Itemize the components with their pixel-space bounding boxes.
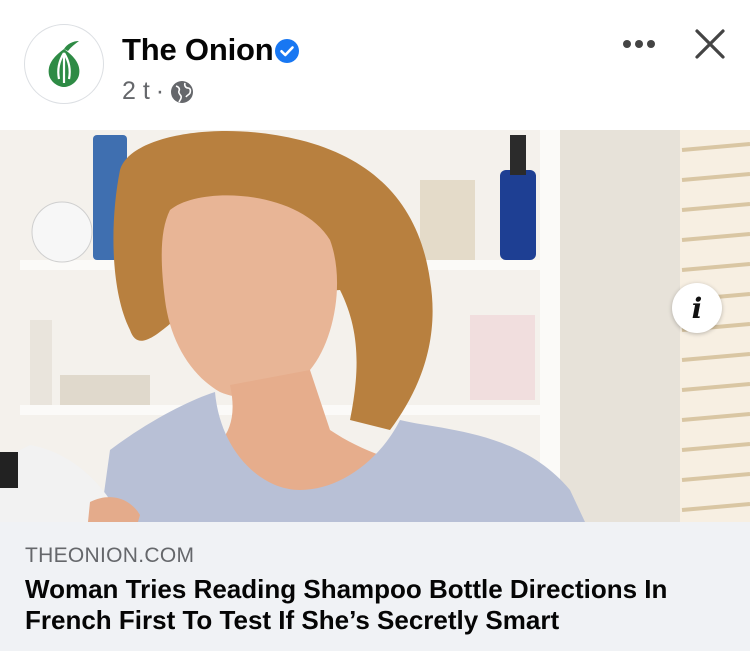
- page-avatar[interactable]: [24, 24, 104, 104]
- link-headline[interactable]: Woman Tries Reading Shampoo Bottle Direc…: [25, 574, 735, 636]
- info-button[interactable]: i: [672, 283, 722, 333]
- verified-badge-icon: [275, 39, 299, 63]
- more-dots-icon: [623, 40, 655, 48]
- meta-separator: ·: [155, 77, 165, 105]
- link-domain: THEONION.COM: [25, 544, 195, 567]
- globe-icon: [171, 80, 194, 103]
- more-options-button[interactable]: [616, 24, 662, 64]
- post-time[interactable]: 2 t: [122, 77, 150, 106]
- link-preview[interactable]: THEONION.COM Woman Tries Reading Shampoo…: [0, 522, 750, 651]
- close-button[interactable]: [688, 22, 732, 66]
- post-header: The Onion 2 t ·: [0, 0, 750, 130]
- onion-logo-icon: [48, 41, 80, 87]
- post-meta: 2 t ·: [122, 77, 194, 106]
- article-photo[interactable]: i: [0, 130, 750, 522]
- article-image: [0, 130, 750, 522]
- page-name[interactable]: The Onion: [122, 32, 274, 68]
- close-icon: [695, 29, 725, 59]
